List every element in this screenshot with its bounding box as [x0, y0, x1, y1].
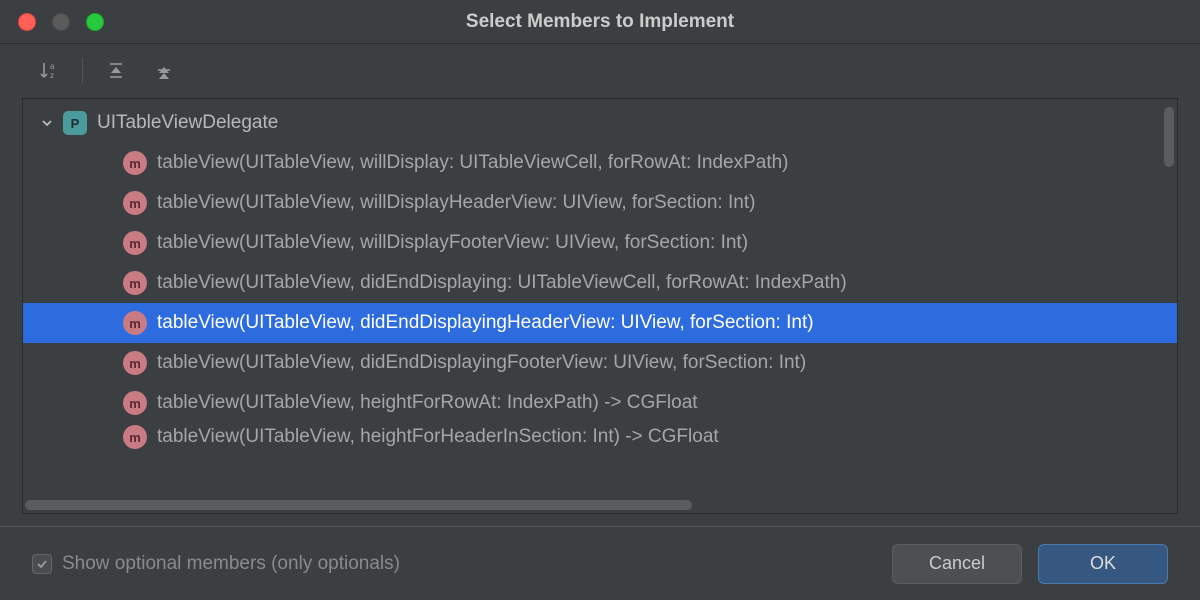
horizontal-scrollbar-thumb[interactable]: [25, 500, 692, 510]
member-label: tableView(UITableView, willDisplay: UITa…: [157, 152, 789, 174]
tree-member-row[interactable]: m tableView(UITableView, willDisplayHead…: [23, 183, 1177, 223]
show-optionals-label: Show optional members (only optionals): [62, 553, 400, 575]
members-tree: P UITableViewDelegate m tableView(UITabl…: [23, 99, 1177, 451]
show-optionals-checkbox[interactable]: [32, 554, 52, 574]
member-label: tableView(UITableView, heightForHeaderIn…: [157, 426, 719, 448]
close-window-button[interactable]: [18, 13, 36, 31]
member-label: tableView(UITableView, willDisplayHeader…: [157, 192, 755, 214]
method-badge-icon: m: [123, 351, 147, 375]
method-badge-icon: m: [123, 271, 147, 295]
toolbar: a z: [0, 44, 1200, 98]
protocol-name-label: UITableViewDelegate: [97, 112, 278, 134]
members-tree-container: P UITableViewDelegate m tableView(UITabl…: [22, 98, 1178, 514]
member-label: tableView(UITableView, heightForRowAt: I…: [157, 392, 698, 414]
method-badge-icon: m: [123, 391, 147, 415]
tree-member-row[interactable]: m tableView(UITableView, didEndDisplayin…: [23, 343, 1177, 383]
method-badge-icon: m: [123, 231, 147, 255]
method-badge-icon: m: [123, 151, 147, 175]
titlebar: Select Members to Implement: [0, 0, 1200, 44]
tree-member-row[interactable]: m tableView(UITableView, willDisplay: UI…: [23, 143, 1177, 183]
protocol-badge-icon: P: [63, 111, 87, 135]
member-label: tableView(UITableView, didEndDisplayingF…: [157, 352, 806, 374]
tree-member-row[interactable]: m tableView(UITableView, heightForRowAt:…: [23, 383, 1177, 423]
member-label: tableView(UITableView, didEndDisplaying:…: [157, 272, 847, 294]
sort-az-button[interactable]: a z: [36, 58, 62, 84]
ok-button-label: OK: [1090, 553, 1116, 574]
toolbar-separator: [82, 58, 83, 84]
tree-protocol-row[interactable]: P UITableViewDelegate: [23, 103, 1177, 143]
tree-member-row[interactable]: m tableView(UITableView, heightForHeader…: [23, 423, 1177, 451]
svg-text:z: z: [50, 71, 54, 80]
traffic-lights: [18, 13, 104, 31]
method-badge-icon: m: [123, 311, 147, 335]
ok-button[interactable]: OK: [1038, 544, 1168, 584]
tree-member-row-selected[interactable]: m tableView(UITableView, didEndDisplayin…: [23, 303, 1177, 343]
member-label: tableView(UITableView, didEndDisplayingH…: [157, 312, 814, 334]
svg-text:a: a: [50, 62, 55, 71]
horizontal-scrollbar[interactable]: [23, 497, 1177, 513]
members-tree-scroll[interactable]: P UITableViewDelegate m tableView(UITabl…: [23, 99, 1177, 497]
minimize-window-button[interactable]: [52, 13, 70, 31]
tree-member-row[interactable]: m tableView(UITableView, willDisplayFoot…: [23, 223, 1177, 263]
tree-member-row[interactable]: m tableView(UITableView, didEndDisplayin…: [23, 263, 1177, 303]
cancel-button-label: Cancel: [929, 553, 985, 574]
chevron-down-icon[interactable]: [37, 117, 57, 129]
window-title: Select Members to Implement: [466, 11, 734, 33]
collapse-all-button[interactable]: [151, 58, 177, 84]
cancel-button[interactable]: Cancel: [892, 544, 1022, 584]
zoom-window-button[interactable]: [86, 13, 104, 31]
dialog-footer: Show optional members (only optionals) C…: [0, 526, 1200, 600]
show-optionals-checkbox-wrap[interactable]: Show optional members (only optionals): [32, 553, 400, 575]
method-badge-icon: m: [123, 191, 147, 215]
expand-all-button[interactable]: [103, 58, 129, 84]
vertical-scrollbar-thumb[interactable]: [1164, 107, 1174, 167]
method-badge-icon: m: [123, 425, 147, 449]
member-label: tableView(UITableView, willDisplayFooter…: [157, 232, 748, 254]
